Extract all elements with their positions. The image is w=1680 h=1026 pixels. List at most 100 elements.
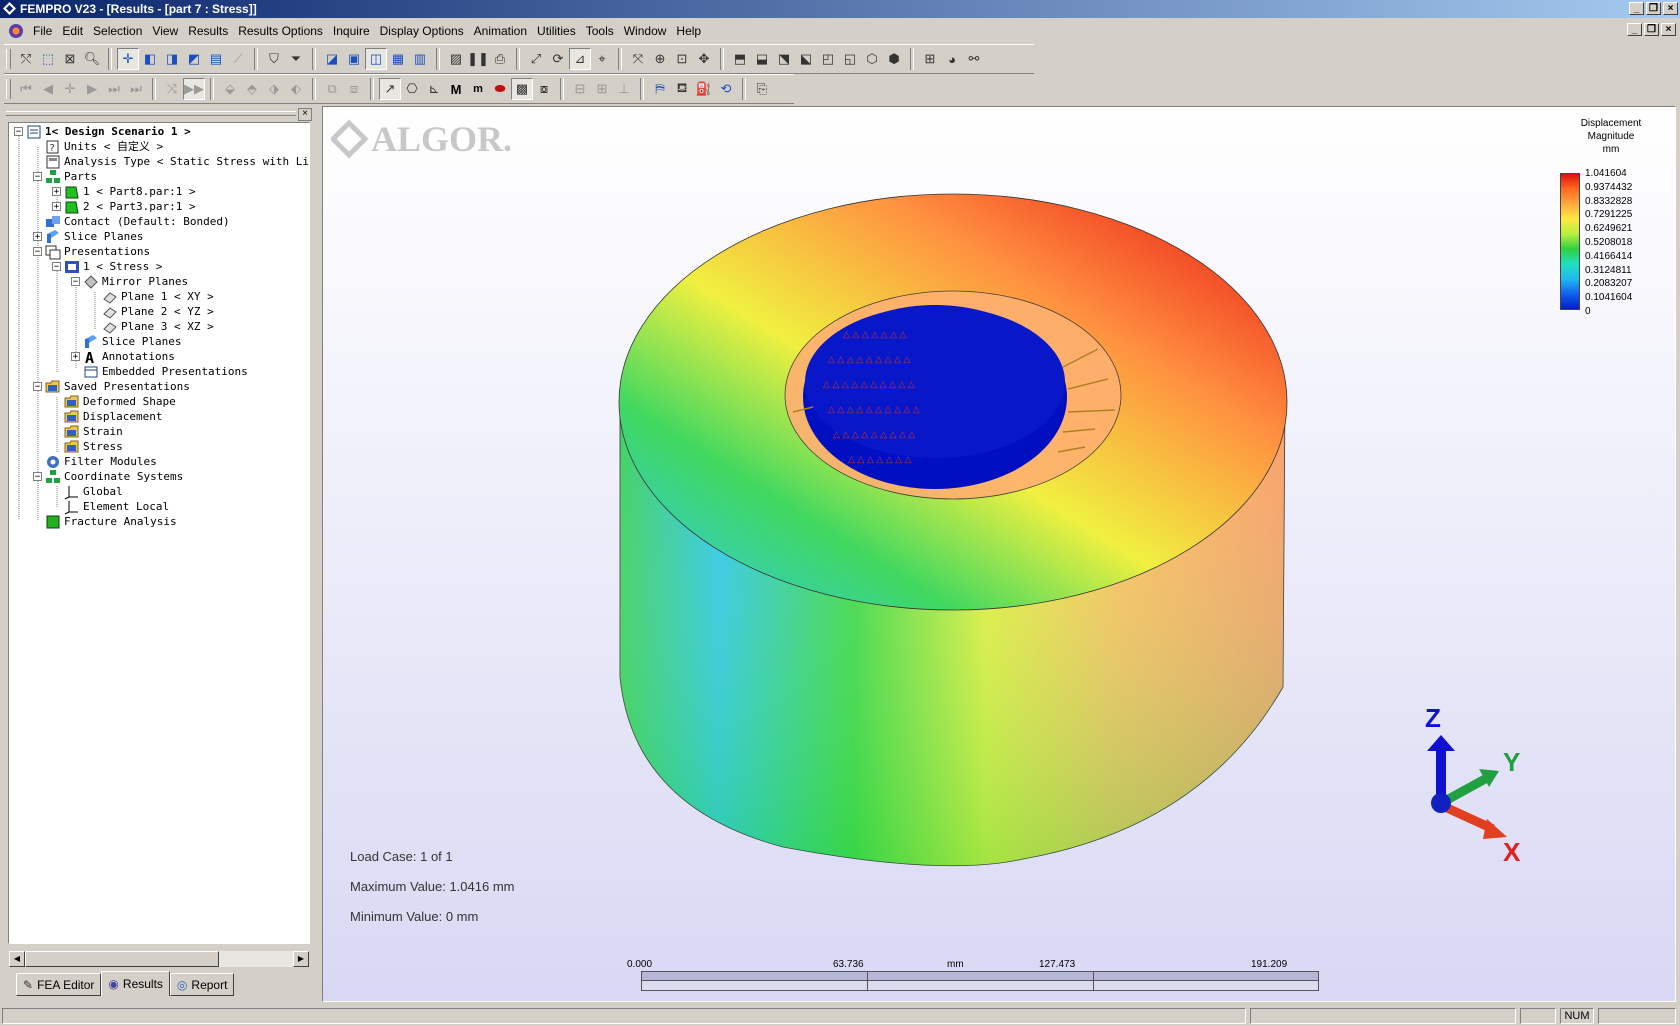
select-part-icon[interactable]: ◩ bbox=[183, 48, 205, 70]
probe-icon[interactable]: ⊾ bbox=[423, 78, 445, 100]
copy-icon[interactable]: ⧉ bbox=[321, 78, 343, 100]
section3-icon[interactable]: ⊥ bbox=[613, 78, 635, 100]
zoom-area-icon[interactable]: ⊡ bbox=[671, 48, 693, 70]
zoom-icon[interactable]: ⤢ bbox=[525, 48, 547, 70]
iso-surface-icon[interactable]: ⬙ bbox=[219, 78, 241, 100]
expand-icon[interactable]: + bbox=[52, 202, 61, 212]
menu-display-options[interactable]: Display Options bbox=[375, 21, 469, 41]
contour-icon[interactable]: ▩ bbox=[511, 78, 533, 100]
menu-help[interactable]: Help bbox=[671, 21, 706, 41]
rotate-icon[interactable]: ⟳ bbox=[547, 48, 569, 70]
document-icon[interactable] bbox=[8, 23, 24, 39]
menu-file[interactable]: File bbox=[28, 21, 57, 41]
select-node-icon[interactable]: ⛉ bbox=[263, 48, 285, 70]
menu-animation[interactable]: Animation bbox=[469, 21, 532, 41]
select-box-icon[interactable]: ⬚ bbox=[37, 48, 59, 70]
loop-icon[interactable]: ⤨ bbox=[161, 78, 183, 100]
scroll-thumb[interactable] bbox=[25, 951, 219, 967]
menu-tools[interactable]: Tools bbox=[581, 21, 619, 41]
menu-window[interactable]: Window bbox=[619, 21, 672, 41]
select-region-icon[interactable]: ⊠ bbox=[59, 48, 81, 70]
panel-close-icon[interactable]: × bbox=[298, 108, 312, 121]
scroll-right-icon[interactable]: ▶ bbox=[293, 951, 309, 967]
menu-view[interactable]: View bbox=[147, 21, 183, 41]
max-marker-button[interactable]: M bbox=[445, 78, 467, 100]
mdi-restore-button[interactable]: ❐ bbox=[1644, 23, 1659, 36]
menu-results[interactable]: Results bbox=[183, 21, 233, 41]
print-icon[interactable]: ⎙ bbox=[489, 48, 511, 70]
cube-left-icon[interactable]: ◰ bbox=[817, 48, 839, 70]
section2-icon[interactable]: ⊞ bbox=[591, 78, 613, 100]
next-frame-icon[interactable]: ⏭ bbox=[103, 78, 125, 100]
view-grid-icon[interactable]: ▦ bbox=[387, 48, 409, 70]
legend2-icon[interactable]: ⛾ bbox=[671, 78, 693, 100]
cube-iso-icon[interactable]: ⬡ bbox=[861, 48, 883, 70]
view-front-icon[interactable]: ◪ bbox=[321, 48, 343, 70]
view-top-icon[interactable]: ▣ bbox=[343, 48, 365, 70]
section-icon[interactable]: ⊟ bbox=[569, 78, 591, 100]
pause-bars-icon[interactable]: ❚❚ bbox=[467, 48, 489, 70]
menu-utilities[interactable]: Utilities bbox=[532, 21, 581, 41]
outline-icon[interactable]: ⧇ bbox=[533, 78, 555, 100]
collapse-icon[interactable]: − bbox=[33, 382, 42, 392]
collapse-icon[interactable]: − bbox=[52, 262, 61, 272]
min-marker-button[interactable]: m bbox=[467, 78, 489, 100]
view-iso-icon[interactable]: ◫ bbox=[365, 48, 387, 70]
fit-icon[interactable]: ⤧ bbox=[627, 48, 649, 70]
dimension-icon[interactable]: ⊿ bbox=[569, 48, 591, 70]
select-element-icon[interactable]: ▤ bbox=[205, 48, 227, 70]
select-line-icon[interactable]: ⟋ bbox=[227, 48, 249, 70]
refresh-icon[interactable]: ⟲ bbox=[715, 78, 737, 100]
select-face-icon[interactable]: ◧ bbox=[139, 48, 161, 70]
tab-fea-editor[interactable]: ✎ FEA Editor bbox=[16, 973, 102, 996]
last-frame-icon[interactable]: ⏭ bbox=[125, 78, 147, 100]
collapse-icon[interactable]: − bbox=[14, 127, 23, 137]
vector-icon[interactable]: ⬗ bbox=[263, 78, 285, 100]
select-point-icon[interactable]: ✛ bbox=[117, 48, 139, 70]
export-icon[interactable]: ⎘ bbox=[751, 78, 773, 100]
tab-results[interactable]: ◉ Results bbox=[101, 971, 170, 996]
pan-icon[interactable]: ✥ bbox=[693, 48, 715, 70]
iso-line-icon[interactable]: ⬘ bbox=[241, 78, 263, 100]
vector2-icon[interactable]: ⬖ bbox=[285, 78, 307, 100]
tab-report[interactable]: ◎ Report bbox=[169, 973, 235, 996]
legend-icon[interactable]: ⛿ bbox=[649, 78, 671, 100]
camera-icon[interactable]: ⎔ bbox=[401, 78, 423, 100]
filter-icon[interactable]: ⏷ bbox=[285, 48, 307, 70]
menu-edit[interactable]: Edit bbox=[57, 21, 88, 41]
mdi-close-button[interactable]: × bbox=[1661, 23, 1676, 36]
collapse-icon[interactable]: − bbox=[33, 247, 42, 257]
tree-hscrollbar[interactable]: ◀ ▶ bbox=[9, 950, 309, 967]
collapse-icon[interactable]: − bbox=[71, 277, 80, 287]
cube-bottom-icon[interactable]: ⬕ bbox=[795, 48, 817, 70]
menu-results-options[interactable]: Results Options bbox=[233, 21, 328, 41]
zoom-select-icon[interactable]: 🔍︎ bbox=[81, 48, 103, 70]
animate-icon[interactable]: ▶▶ bbox=[183, 78, 205, 100]
measure-icon[interactable]: ⌖ bbox=[591, 48, 613, 70]
cube-right-icon[interactable]: ◱ bbox=[839, 48, 861, 70]
mdi-minimize-button[interactable]: _ bbox=[1627, 23, 1642, 36]
cube-top-icon[interactable]: ⬔ bbox=[773, 48, 795, 70]
close-button[interactable]: × bbox=[1663, 2, 1678, 15]
binoculars-icon[interactable]: ⚯ bbox=[963, 48, 985, 70]
legend3-icon[interactable]: ⛽ bbox=[693, 78, 715, 100]
collapse-icon[interactable]: − bbox=[33, 472, 42, 482]
minimize-button[interactable]: _ bbox=[1629, 2, 1644, 15]
paste-icon[interactable]: ⧈ bbox=[343, 78, 365, 100]
view-mesh-icon[interactable]: ▥ bbox=[409, 48, 431, 70]
hatch-icon[interactable]: ▨ bbox=[445, 48, 467, 70]
select-icon[interactable]: ⤲ bbox=[15, 48, 37, 70]
arrow-up-icon[interactable]: ↗ bbox=[379, 78, 401, 100]
cube-iso2-icon[interactable]: ⬢ bbox=[883, 48, 905, 70]
cube-back-icon[interactable]: ⬓ bbox=[751, 48, 773, 70]
first-frame-icon[interactable]: ⏮ bbox=[15, 78, 37, 100]
zoom-in-icon[interactable]: ⊕ bbox=[649, 48, 671, 70]
expand-icon[interactable]: + bbox=[71, 352, 80, 362]
expand-icon[interactable]: + bbox=[33, 232, 42, 242]
palette-icon[interactable]: ◕ bbox=[941, 48, 963, 70]
menu-inquire[interactable]: Inquire bbox=[328, 21, 375, 41]
prev-frame-icon[interactable]: ◀ bbox=[37, 78, 59, 100]
restore-button[interactable]: ❐ bbox=[1646, 2, 1661, 15]
collapse-icon[interactable]: − bbox=[33, 172, 42, 182]
capture-icon[interactable]: ⊞ bbox=[919, 48, 941, 70]
